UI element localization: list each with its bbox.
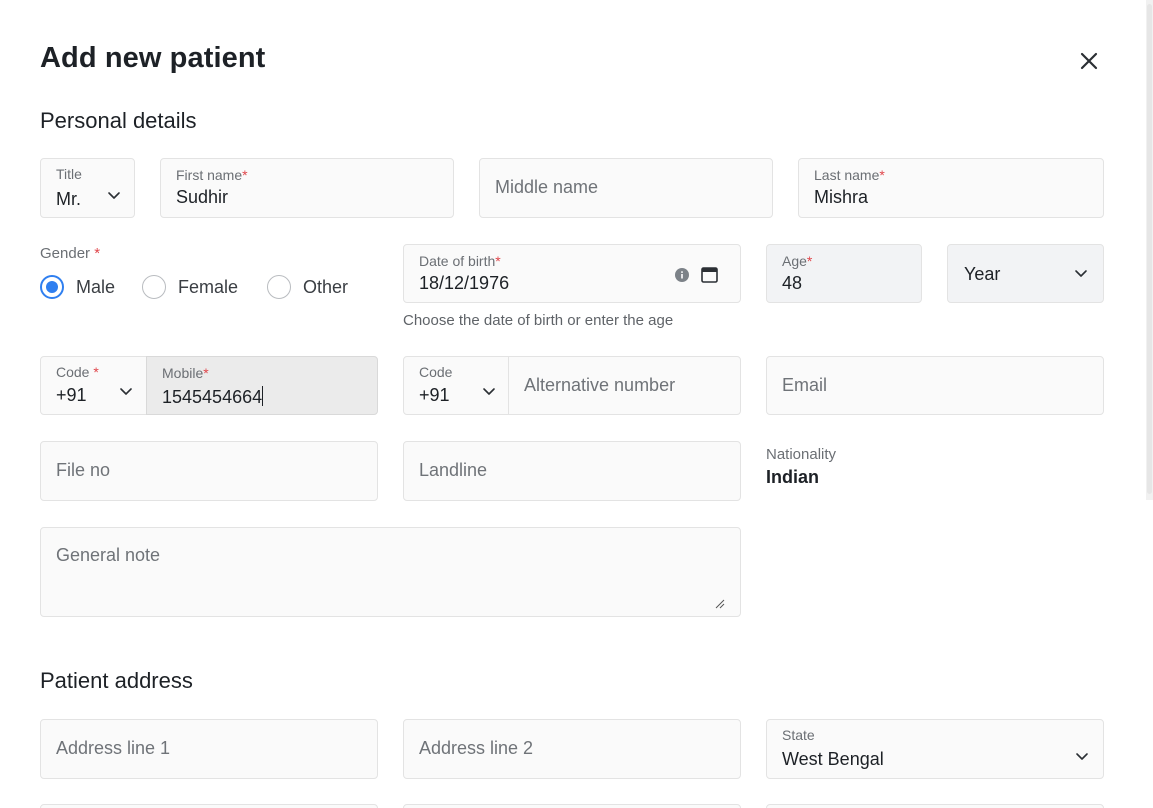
chevron-down-icon (120, 388, 132, 395)
state-select[interactable]: State West Bengal (766, 719, 1104, 779)
dob-field[interactable]: Date of birth* 18/12/1976 (403, 244, 741, 303)
last-name-field[interactable]: Last name* Mishra (798, 158, 1104, 218)
mobile-value: 1545454664 (162, 386, 264, 407)
gender-option-male[interactable]: Male (40, 275, 115, 299)
mobile-code-label: Code * (56, 364, 99, 380)
chevron-down-icon (1076, 753, 1088, 760)
section-title-address: Patient address (40, 668, 193, 693)
title-select[interactable]: Title Mr. (40, 158, 135, 218)
info-icon[interactable] (675, 268, 689, 282)
nationality-value: Indian (766, 467, 819, 487)
address-line2-placeholder: Address line 2 (419, 738, 534, 758)
last-name-value: Mishra (814, 187, 869, 207)
general-note-textarea[interactable]: General note (40, 527, 741, 617)
address-line1-field[interactable]: Address line 1 (40, 719, 378, 779)
middle-name-field[interactable]: Middle name (479, 158, 773, 218)
file-no-placeholder: File no (56, 460, 111, 480)
age-value: 48 (782, 273, 803, 293)
chevron-down-icon (108, 192, 120, 199)
alt-number-field[interactable]: Alternative number (508, 356, 741, 415)
age-unit-value: Year (964, 264, 1001, 284)
mobile-code-value: +91 (56, 385, 87, 405)
calendar-icon[interactable] (701, 266, 718, 283)
mobile-field[interactable]: Mobile* 1545454664 (146, 356, 378, 415)
dob-helper-text: Choose the date of birth or enter the ag… (403, 312, 674, 329)
alt-code-select[interactable]: Code +91 (403, 356, 509, 415)
age-field[interactable]: Age* 48 (766, 244, 922, 303)
chevron-down-icon (483, 388, 495, 395)
age-label: Age* (782, 253, 813, 269)
address-next-field[interactable] (403, 804, 741, 808)
address-line2-field[interactable]: Address line 2 (403, 719, 741, 779)
state-value: West Bengal (782, 749, 884, 769)
middle-name-placeholder: Middle name (495, 177, 599, 197)
gender-option-female[interactable]: Female (142, 275, 238, 299)
title-select-label: Title (56, 166, 82, 182)
section-title-personal: Personal details (40, 108, 197, 133)
dob-value: 18/12/1976 (419, 273, 510, 293)
radio-unselected-icon[interactable] (142, 275, 166, 299)
general-note-placeholder: General note (56, 545, 161, 565)
close-icon[interactable] (1076, 48, 1102, 74)
first-name-field[interactable]: First name* Sudhir (160, 158, 454, 218)
modal-title: Add new patient (40, 42, 266, 74)
dob-label: Date of birth* (419, 253, 501, 269)
gender-option-label: Male (76, 276, 116, 297)
address-line1-placeholder: Address line 1 (56, 738, 171, 758)
landline-placeholder: Landline (419, 460, 488, 480)
alt-number-placeholder: Alternative number (524, 375, 676, 395)
radio-selected-icon[interactable] (40, 275, 64, 299)
gender-label: Gender * (40, 245, 101, 262)
alt-code-label: Code (419, 364, 453, 380)
first-name-value: Sudhir (176, 187, 229, 207)
age-unit-select[interactable]: Year (947, 244, 1104, 303)
resize-handle-icon[interactable] (715, 599, 725, 609)
state-label: State (782, 727, 815, 743)
mobile-label: Mobile* (162, 365, 209, 381)
last-name-label: Last name* (814, 167, 885, 183)
email-placeholder: Email (782, 375, 828, 395)
first-name-label: First name* (176, 167, 248, 183)
file-no-field[interactable]: File no (40, 441, 378, 501)
radio-unselected-icon[interactable] (267, 275, 291, 299)
gender-option-label: Other (303, 276, 349, 297)
nationality-label: Nationality (766, 446, 837, 463)
gender-option-label: Female (178, 276, 239, 297)
chevron-down-icon (1075, 270, 1087, 277)
address-next-field[interactable] (766, 804, 1104, 808)
address-next-field[interactable] (40, 804, 378, 808)
mobile-code-select[interactable]: Code * +91 (40, 356, 147, 415)
scrollbar-thumb[interactable] (1147, 4, 1152, 494)
gender-option-other[interactable]: Other (267, 275, 348, 299)
email-field[interactable]: Email (766, 356, 1104, 415)
alt-code-value: +91 (419, 385, 450, 405)
title-select-value: Mr. (56, 189, 81, 209)
landline-field[interactable]: Landline (403, 441, 741, 501)
